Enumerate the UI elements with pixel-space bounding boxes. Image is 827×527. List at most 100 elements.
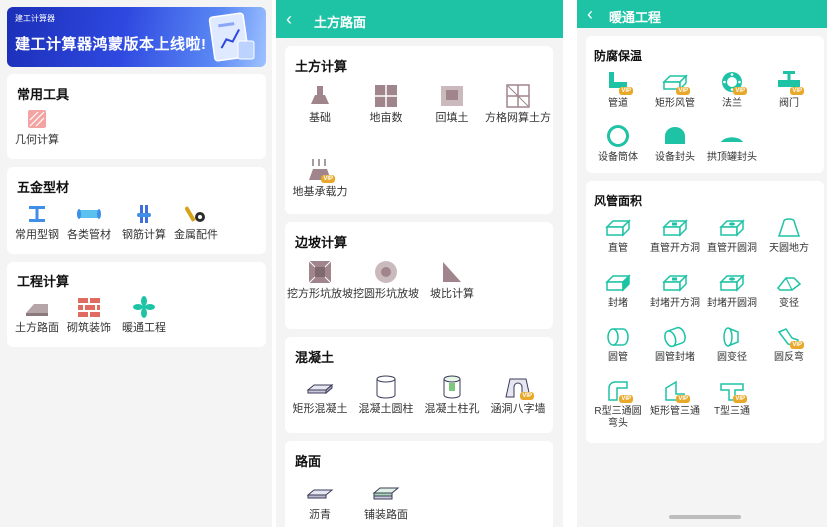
tool-paving[interactable]: 铺装路面 [353,481,419,522]
straight-duct-icon [605,219,631,237]
tool-valve[interactable]: VIP 阀门 [761,70,817,110]
tool-round-reducer[interactable]: 圆变径 [704,326,760,364]
page-title: 暖通工程 [609,10,662,25]
tool-label: 封堵开圆洞 [707,298,757,309]
cap-square-hole-icon [662,274,688,292]
tool-transition[interactable]: 天圆地方 [761,217,817,255]
vip-badge: VIP [321,175,335,183]
tool-round-cap[interactable]: 圆管封堵 [647,326,703,364]
section-title: 混凝土 [295,350,335,365]
tool-asphalt[interactable]: 沥青 [287,481,353,522]
back-icon[interactable]: ‹ [587,5,593,23]
tool-duct-round-hole[interactable]: 直管开圆洞 [704,217,760,255]
tool-label: 直管 [608,243,628,254]
tool-foundation[interactable]: 基础 [287,84,353,125]
vip-badge: VIP [676,87,690,95]
back-icon[interactable]: ‹ [286,10,292,28]
home-indicator[interactable] [669,515,741,519]
tool-fitting[interactable]: 金属配件 [166,203,226,242]
section-title: 路面 [295,454,322,469]
tool-rect-concrete[interactable]: 矩形混凝土 [287,375,353,416]
tool-label: 矩形管三通 [650,406,700,417]
document-chart-icon [208,12,255,62]
tool-round-offset[interactable]: VIP 圆反弯 [761,326,817,364]
tool-field-area[interactable]: 地亩数 [353,84,419,125]
reducer-icon [776,277,802,291]
tool-label: 天圆地方 [769,243,809,254]
geometry-icon [28,110,46,128]
tool-i-beam[interactable]: 常用型钢 [7,203,67,242]
tool-cap-square-hole[interactable]: 封堵开方洞 [647,272,703,310]
tool-label: R型三通圆弯头 [594,406,642,429]
header-bar: ‹ 土方路面 [276,0,563,38]
earthwork-icon [26,304,48,316]
duct-square-hole-icon [662,219,688,237]
vip-badge: VIP [790,87,804,95]
tool-pipe[interactable]: 各类管材 [59,203,119,242]
tool-duct-square-hole[interactable]: 直管开方洞 [647,217,703,255]
tool-square-pit[interactable]: 挖方形坑放坡 [287,260,353,301]
tool-label: 混凝土柱孔 [424,403,480,415]
tool-label: T型三通 [713,406,751,417]
page-title: 土方路面 [314,15,367,30]
tool-round-pit[interactable]: 挖圆形坑放坡 [353,260,419,301]
section-duct-area: 风管面积 直管 直管开方洞 直管开圆洞 天圆地方 封堵 封堵开方洞 封堵开圆洞 … [586,181,824,443]
tool-label: 铺装路面 [364,509,408,521]
tool-label: 管道 [608,98,628,109]
section-title: 边坡计算 [295,235,348,250]
tool-ring[interactable]: 设备筒体 [590,124,646,164]
tool-arch-head[interactable]: 拱顶罐封头 [704,124,760,164]
tool-label: 圆变径 [717,352,747,363]
foundation-icon [311,86,329,104]
tool-hvac[interactable]: 暖通工程 [114,296,174,335]
tool-label: 拱顶罐封头 [707,152,757,163]
tool-rebar[interactable]: 钢筋计算 [114,203,174,242]
tool-label: 直管开圆洞 [707,243,757,254]
tool-culvert[interactable]: VIP 涵洞八字墙 [485,375,551,416]
tool-r-tee[interactable]: VIP R型三通圆弯头 [590,380,646,430]
tool-cap[interactable]: 封堵 [590,272,646,310]
tool-brick[interactable]: 砌筑装饰 [59,296,119,335]
tool-label: 砌筑装饰 [67,322,111,334]
tool-t-tee[interactable]: VIP T型三通 [704,380,760,418]
tool-cylinder[interactable]: 混凝土圆柱 [353,375,419,416]
section-title: 土方计算 [295,59,348,74]
dome-head-icon [665,127,685,144]
rect-concrete-icon [306,383,334,395]
tool-label: 几何计算 [15,134,59,146]
tool-bearing-capacity[interactable]: VIP 地基承载力 [287,158,353,199]
pipe-icon [77,209,101,219]
tool-rect-tee[interactable]: VIP 矩形管三通 [647,380,703,418]
tool-grid-method[interactable]: 方格网算土方 [485,84,551,125]
tool-cap-round-hole[interactable]: 封堵开圆洞 [704,272,760,310]
section-slope: 边坡计算 挖方形坑放坡 挖圆形坑放坡 坡比计算 [285,222,553,329]
tool-geometry[interactable]: 几何计算 [7,108,67,147]
vip-badge: VIP [520,392,534,400]
duct-round-hole-icon [719,219,745,237]
tool-straight-duct[interactable]: 直管 [590,217,646,255]
tool-backfill[interactable]: 回填土 [419,84,485,125]
paving-icon [372,487,400,500]
ring-icon [607,125,629,147]
earthwork-screen: ‹ 土方路面 土方计算 基础 地亩数 回填土 方格网算土方 VIP 地基承载力 … [276,0,563,527]
slope-ratio-icon [443,262,461,282]
tool-label: 沥青 [309,509,331,521]
tool-rect-duct[interactable]: VIP 矩形风管 [647,70,703,110]
tool-slope-ratio[interactable]: 坡比计算 [419,260,485,301]
tool-label: 法兰 [722,98,742,109]
vip-badge: VIP [619,87,633,95]
section-anticorrosion: 防腐保温 VIP 管道 VIP 矩形风管 VIP 法兰 VIP 阀门 设备筒体 … [586,36,824,173]
tool-reducer[interactable]: 变径 [761,272,817,310]
tool-label: 坡比计算 [430,288,474,300]
tool-earthwork[interactable]: 土方路面 [7,296,67,335]
tool-pipe-elbow[interactable]: VIP 管道 [590,70,646,110]
tool-column-hole[interactable]: 混凝土柱孔 [419,375,485,416]
tool-round-pipe[interactable]: 圆管 [590,326,646,364]
square-pit-icon [308,260,332,284]
tool-label: 钢筋计算 [122,229,166,241]
promo-banner[interactable]: 建工计算器 建工计算器鸿蒙版本上线啦! [7,7,266,67]
tool-dome-head[interactable]: 设备封头 [647,124,703,164]
tool-flange[interactable]: VIP 法兰 [704,70,760,110]
vip-badge: VIP [790,341,804,349]
section-hardware: 五金型材 常用型钢 各类管材 钢筋计算 金属配件 [7,167,266,254]
